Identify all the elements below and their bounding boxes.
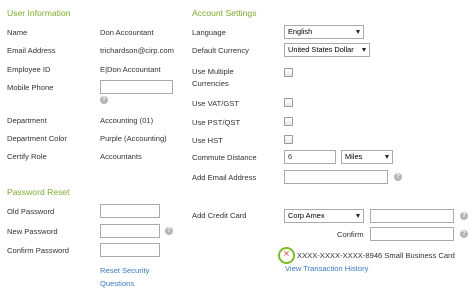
employee-id-label: Employee ID — [7, 65, 51, 74]
commute-distance-label: Commute Distance — [192, 153, 257, 162]
name-label: Name — [7, 28, 28, 37]
multiple-currencies-checkbox[interactable] — [284, 68, 293, 77]
language-selected-value: English — [288, 27, 313, 36]
department-value: Accounting (01) — [100, 116, 154, 125]
add-email-help-icon[interactable]: ? — [394, 173, 402, 181]
multiple-currencies-label-line-1: Use Multiple — [192, 67, 234, 76]
card-confirm-label: Confirm — [337, 230, 364, 239]
account-settings-heading: Account Settings — [192, 8, 257, 18]
old-password-input[interactable] — [100, 204, 160, 218]
multiple-currencies-label-line-2: Currencies — [192, 79, 229, 88]
remove-card-icon[interactable]: × — [278, 247, 295, 264]
reset-security-questions-link[interactable]: Reset Security Questions — [100, 266, 149, 288]
commute-unit-selected-value: Miles — [345, 152, 363, 161]
old-password-label: Old Password — [7, 207, 55, 216]
credit-card-help-icon[interactable]: ? — [460, 212, 468, 220]
department-label: Department — [7, 116, 47, 125]
card-type-selected-value: Corp Amex — [288, 211, 325, 220]
chevron-down-icon — [356, 30, 360, 34]
hst-label: Use HST — [192, 136, 223, 145]
default-currency-label: Default Currency — [192, 46, 249, 55]
confirm-password-label: Confirm Password — [7, 246, 70, 255]
chevron-down-icon — [362, 48, 366, 52]
mobile-phone-help-icon[interactable]: ? — [100, 96, 108, 104]
confirm-password-input[interactable] — [100, 243, 160, 257]
new-password-label: New Password — [7, 227, 58, 236]
currency-selected-value: United States Dollar — [288, 45, 354, 54]
card-confirm-input[interactable] — [370, 227, 454, 241]
pst-qst-label: Use PST/QST — [192, 118, 241, 127]
card-confirm-help-icon[interactable]: ? — [460, 230, 468, 238]
chevron-down-icon — [385, 155, 389, 159]
new-password-input[interactable] — [100, 224, 160, 238]
add-credit-card-label: Add Credit Card — [192, 211, 247, 220]
email-value: trichardson@cirp.com — [100, 46, 174, 55]
mobile-phone-label: Mobile Phone — [7, 83, 54, 92]
language-label: Language — [192, 28, 226, 37]
certify-role-label: Certify Role — [7, 152, 47, 161]
reset-link-line-2: Questions — [100, 279, 135, 288]
reset-link-line-1: Reset Security — [100, 266, 150, 275]
currency-select[interactable]: United States Dollar — [284, 43, 370, 57]
password-reset-heading: Password Reset — [7, 187, 70, 197]
commute-distance-input[interactable]: 6 — [284, 150, 336, 164]
department-color-label: Department Color — [7, 134, 67, 143]
add-email-label: Add Email Address — [192, 173, 257, 182]
pst-qst-checkbox[interactable] — [284, 117, 293, 126]
hst-checkbox[interactable] — [284, 135, 293, 144]
commute-unit-select[interactable]: Miles — [341, 150, 393, 164]
email-label: Email Address — [7, 46, 56, 55]
employee-id-value: E|Don Accountant — [100, 65, 161, 74]
name-value: Don Accountant — [100, 28, 154, 37]
add-email-input[interactable] — [284, 170, 388, 184]
mobile-phone-input[interactable] — [100, 80, 173, 94]
view-transaction-history-link[interactable]: View Transaction History — [285, 264, 368, 273]
new-password-help-icon[interactable]: ? — [165, 227, 173, 235]
vat-gst-checkbox[interactable] — [284, 98, 293, 107]
department-color-value: Purple (Accounting) — [100, 134, 167, 143]
certify-role-value: Accountants — [100, 152, 142, 161]
credit-card-number-input[interactable] — [370, 209, 454, 223]
multiple-currencies-label: Use Multiple Currencies — [192, 67, 234, 88]
user-information-heading: User Information — [7, 8, 71, 18]
saved-card-text: XXXX-XXXX-XXXX-8946 Small Business Card — [297, 251, 455, 260]
chevron-down-icon — [356, 214, 360, 218]
language-select[interactable]: English — [284, 25, 364, 39]
vat-gst-label: Use VAT/GST — [192, 99, 239, 108]
card-type-select[interactable]: Corp Amex — [284, 209, 364, 223]
